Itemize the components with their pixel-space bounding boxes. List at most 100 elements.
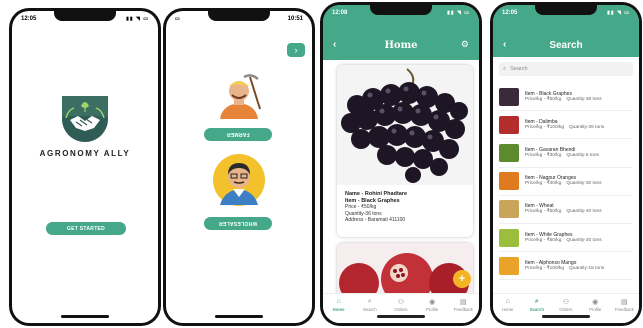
status-time: 10:51 [287, 16, 303, 22]
item-quantity: Quantity-36 tons [566, 96, 602, 102]
screenshot-collage: 12:05 ▮▮ ◥ ▭ AGRONOMY ALLY GET STARTED ▭… [0, 0, 643, 328]
search-icon: ⌕ [367, 298, 372, 305]
search-screen: ‹ Search 12:05 ▮▮ ◥ ▭ ⌕ Search Item - Bl… [493, 5, 639, 323]
splash-screen: 12:05 ▮▮ ◥ ▭ AGRONOMY ALLY GET STARTED [12, 11, 158, 323]
nav-search-label: Search [529, 307, 544, 312]
nav-search[interactable]: ⌕ Search [357, 298, 383, 323]
status-bar: 12:05 ▮▮ ◥ ▭ [21, 14, 149, 24]
item-text: Item - Alphonso Mango Price/kg - ₹100/kg Q… [525, 260, 609, 272]
bottom-nav: ⌂ Home ⌕ Search ⚇ Orders ◉ Profile ▤ Feedback [493, 293, 639, 323]
item-quantity: Quantity-20 tons [566, 237, 602, 243]
role-phone: ▭ 10:51 › FARMER WHOLESALER [163, 8, 315, 326]
status-icons: ▮▮ ◥ ▭ [126, 16, 149, 22]
splash-phone: 12:05 ▮▮ ◥ ▭ AGRONOMY ALLY GET STARTED [9, 8, 161, 326]
status-time: 12:08 [332, 10, 348, 16]
item-text: Item - Dalimba Price/kg - ₹100/kg Quantity… [525, 119, 609, 131]
nav-home[interactable]: ⌂ Home [326, 298, 352, 323]
home-screen: ‹ Home ⚙ 12:08 ▮▮ ◥ ▭ Name - Rohini Phad… [323, 5, 479, 323]
app-logo [62, 96, 108, 142]
nav-orders-label: Orders [559, 307, 573, 312]
wholesaler-icon [213, 154, 265, 206]
search-phone: ‹ Search 12:05 ▮▮ ◥ ▭ ⌕ Search Item - Bl… [490, 2, 642, 326]
list-item[interactable]: Item - Black Graphes Price/kg - ₹50/kg Qua… [499, 83, 633, 112]
home-indicator [542, 315, 590, 318]
add-listing-button[interactable]: + [453, 270, 471, 288]
status-icons: ▮▮ ◥ ▭ [607, 10, 630, 16]
item-meta: Price/kg - ₹50/kg Quantity-40 tons [525, 209, 607, 215]
gear-icon[interactable]: ⚙ [461, 39, 469, 50]
search-icon: ⌕ [503, 65, 507, 72]
listing-item: Item - Black Graphes [345, 197, 400, 204]
nav-feedback[interactable]: ▤ Feedback [450, 298, 476, 323]
item-meta: Price/kg - ₹100/kg Quantity-25 tons [525, 125, 609, 131]
item-price: Price/kg - ₹40/kg [525, 181, 562, 187]
item-thumbnail [499, 256, 519, 275]
listing-card[interactable]: Name - Rohini Phadtare Item - Black Grap… [337, 65, 473, 237]
listing-info: Name - Rohini Phadtare Item - Black Grap… [345, 191, 407, 224]
nav-search[interactable]: ⌕ Search [524, 298, 550, 323]
item-text: Item - Wheat Price/kg - ₹50/kg Quantity-40… [525, 203, 607, 215]
item-price: Price/kg - ₹30/kg [525, 152, 562, 158]
item-text: Item - Black Graphes Price/kg - ₹50/kg Qua… [525, 91, 607, 103]
farmer-button[interactable]: FARMER [204, 128, 272, 141]
listing-quantity: Quantity-36 tons [345, 210, 382, 217]
nav-profile-label: Profile [426, 307, 439, 312]
item-price: Price/kg - ₹50/kg [525, 209, 562, 215]
wholesaler-avatar[interactable] [212, 153, 266, 212]
item-thumbnail [499, 172, 519, 191]
nav-orders[interactable]: ⚇ Orders [553, 298, 579, 323]
next-arrow-button[interactable]: › [287, 43, 305, 57]
search-icon: ⌕ [534, 298, 539, 305]
orders-icon: ⚇ [397, 299, 405, 306]
item-quantity: Quantity-30 tons [566, 181, 602, 187]
item-thumbnail [499, 200, 519, 219]
get-started-button[interactable]: GET STARTED [46, 222, 126, 235]
nav-orders[interactable]: ⚇ Orders [388, 298, 414, 323]
item-meta: Price/kg - ₹50/kg Quantity-36 tons [525, 97, 607, 103]
page-title: Search [549, 40, 583, 51]
list-item[interactable]: Item - Gavaran Bhendi Price/kg - ₹30/kg Qu… [499, 139, 633, 168]
bottom-nav: ⌂ Home ⌕ Search ⚇ Orders ◉ Profile ▤ Feedback [323, 293, 479, 323]
nav-home-label: Home [501, 307, 514, 312]
role-screen: ▭ 10:51 › FARMER WHOLESALER [166, 11, 312, 323]
profile-icon: ◉ [429, 299, 436, 306]
list-item[interactable]: Item - Alphonso Mango Price/kg - ₹100/kg Q… [499, 252, 633, 281]
profile-icon: ◉ [592, 299, 599, 306]
nav-profile[interactable]: ◉ Profile [582, 298, 608, 323]
search-input[interactable]: ⌕ Search [499, 62, 633, 76]
search-results: Item - Black Graphes Price/kg - ₹50/kg Qua… [499, 83, 633, 281]
page-title: Home [384, 40, 418, 51]
feedback-icon: ▤ [460, 299, 467, 306]
home-phone: ‹ Home ⚙ 12:08 ▮▮ ◥ ▭ Name - Rohini Phad… [320, 2, 482, 326]
grapes-image [337, 65, 473, 185]
wholesaler-button[interactable]: WHOLESALER [204, 217, 272, 230]
list-item[interactable]: Item - Wheat Price/kg - ₹50/kg Quantity-40… [499, 196, 633, 224]
home-icon: ⌂ [336, 298, 341, 305]
home-indicator [215, 315, 263, 318]
status-battery: ▭ [175, 16, 180, 22]
nav-home[interactable]: ⌂ Home [495, 298, 521, 323]
nav-profile[interactable]: ◉ Profile [419, 298, 445, 323]
nav-search-label: Search [362, 307, 377, 312]
list-item[interactable]: Item - White Graphes Price/kg - ₹60/kg Qua… [499, 224, 633, 253]
item-price: Price/kg - ₹50/kg [525, 96, 562, 102]
nav-feedback[interactable]: ▤ Feedback [611, 298, 637, 323]
listing-name: Name - Rohini Phadtare [345, 191, 408, 197]
item-price: Price/kg - ₹100/kg [525, 265, 565, 271]
status-bar: ▭ 10:51 [175, 14, 303, 24]
nav-profile-label: Profile [589, 307, 602, 312]
farmer-avatar[interactable] [214, 71, 264, 128]
nav-feedback-label: Feedback [614, 307, 634, 312]
status-icons: ▮▮ ◥ ▭ [447, 10, 470, 16]
item-price: Price/kg - ₹60/kg [525, 237, 562, 243]
item-quantity: Quantity-5 tons [566, 152, 599, 158]
item-meta: Price/kg - ₹40/kg Quantity-30 tons [525, 181, 607, 187]
status-time: 12:05 [502, 10, 518, 16]
home-icon: ⌂ [505, 298, 510, 305]
item-quantity: Quantity-40 tons [566, 209, 602, 215]
home-indicator [61, 315, 109, 318]
list-item[interactable]: Item - Nagpur Oranges Price/kg - ₹40/kg Qu… [499, 168, 633, 196]
list-item[interactable]: Item - Dalimba Price/kg - ₹100/kg Quantity… [499, 111, 633, 140]
brand-name: AGRONOMY ALLY [39, 149, 131, 158]
search-placeholder: Search [510, 66, 528, 72]
